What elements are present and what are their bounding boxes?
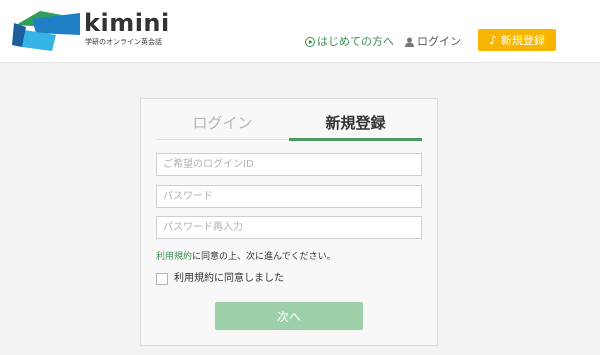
next-button[interactable]: 次へ <box>215 302 363 330</box>
first-time-link[interactable]: はじめての方へ <box>305 35 394 49</box>
kimini-logo[interactable]: kimini 学研のオンライン英会話 <box>12 5 182 51</box>
first-time-label: はじめての方へ <box>317 35 394 48</box>
play-circle-icon <box>305 37 315 47</box>
music-note-icon: ♪ <box>489 33 497 47</box>
login-id-input[interactable] <box>156 153 422 176</box>
signup-card: ログイン 新規登録 利用規約に同意の上、次に進んでください。 利用規約に同意しま… <box>140 98 438 346</box>
header-login-link[interactable]: ログイン <box>405 35 461 49</box>
logo-wordmark: kimini <box>84 9 170 37</box>
active-tab-indicator <box>289 138 422 141</box>
terms-note: 利用規約に同意の上、次に進んでください。 <box>156 251 336 263</box>
logo-mark-icon <box>12 11 80 51</box>
password-input[interactable] <box>156 185 422 208</box>
header-register-label: 新規登録 <box>500 34 545 47</box>
agree-terms-option[interactable]: 利用規約に同意しました <box>156 273 284 285</box>
logo-tagline: 学研のオンライン英会話 <box>85 38 162 46</box>
auth-tabs: ログイン 新規登録 <box>156 99 422 141</box>
terms-link[interactable]: 利用規約 <box>156 252 192 262</box>
tab-register[interactable]: 新規登録 <box>289 114 422 132</box>
site-header: kimini 学研のオンライン英会話 はじめての方へ ログイン ♪ 新規登録 <box>0 0 600 63</box>
tab-login[interactable]: ログイン <box>156 114 289 132</box>
person-icon <box>405 37 414 47</box>
header-login-label: ログイン <box>417 35 461 48</box>
agree-terms-label: 利用規約に同意しました <box>174 273 284 284</box>
password-confirm-input[interactable] <box>156 216 422 239</box>
agree-terms-checkbox[interactable] <box>156 273 168 285</box>
terms-note-text: に同意の上、次に進んでください。 <box>192 252 336 262</box>
header-register-button[interactable]: ♪ 新規登録 <box>478 29 556 51</box>
